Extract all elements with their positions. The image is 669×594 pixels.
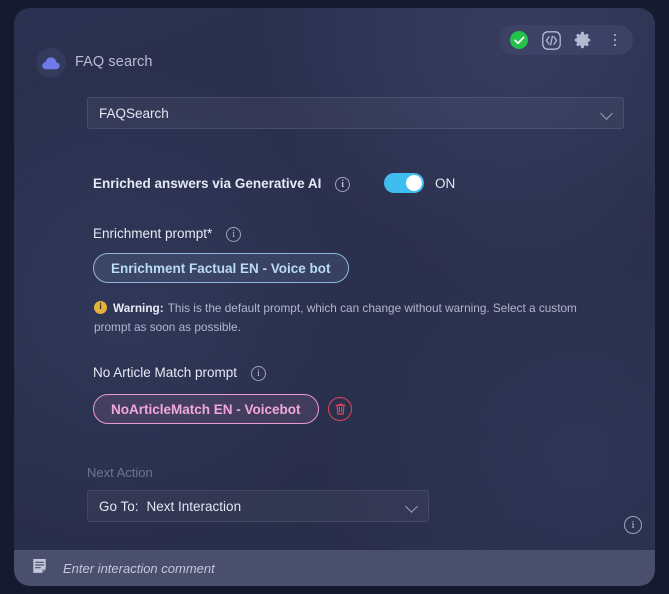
warning-title: Warning: [113, 301, 164, 315]
interaction-comment-input[interactable]: Enter interaction comment [63, 561, 215, 576]
next-action-value: Next Interaction [146, 498, 242, 514]
chevron-down-icon [601, 107, 613, 119]
warning-text: This is the default prompt, which can ch… [94, 301, 577, 334]
warning-info-icon [94, 300, 107, 314]
enriched-answers-label: Enriched answers via Generative AI [93, 176, 351, 192]
info-icon[interactable] [250, 365, 266, 381]
info-icon[interactable] [335, 176, 351, 192]
chevron-down-icon [406, 500, 418, 512]
enriched-answers-toggle[interactable] [384, 173, 424, 193]
note-icon [32, 558, 47, 579]
no-article-match-label: No Article Match prompt [93, 365, 266, 381]
more-vertical-icon[interactable] [605, 30, 625, 50]
enrichment-prompt-label: Enrichment prompt* [93, 226, 242, 242]
cloud-icon [36, 48, 66, 78]
faq-search-panel: FAQ search FAQSearch Enriched answers vi… [14, 8, 655, 586]
interaction-comment-bar: Enter interaction comment [14, 550, 655, 586]
toggle-state-label: ON [435, 175, 456, 191]
node-select-value: FAQSearch [99, 105, 169, 121]
info-icon[interactable] [226, 226, 242, 242]
enriched-answers-toggle-group: ON [384, 173, 455, 193]
code-brackets-icon[interactable] [541, 30, 561, 50]
toggle-knob [406, 175, 422, 191]
trash-icon[interactable] [328, 397, 352, 421]
next-action-lead: Go To: [99, 498, 139, 514]
next-action-select[interactable]: Go To: Next Interaction [87, 490, 429, 522]
header-toolbar [499, 25, 633, 55]
warning-message: Warning:This is the default prompt, whic… [94, 299, 606, 337]
node-select[interactable]: FAQSearch [87, 97, 624, 129]
no-article-match-chip[interactable]: NoArticleMatch EN - Voicebot [93, 394, 319, 424]
check-circle-icon[interactable] [509, 30, 529, 50]
info-icon[interactable] [624, 516, 642, 534]
enrichment-prompt-chip[interactable]: Enrichment Factual EN - Voice bot [93, 253, 349, 283]
page-title: FAQ search [75, 54, 153, 70]
gear-icon[interactable] [573, 30, 593, 50]
next-action-label: Next Action [87, 465, 153, 480]
